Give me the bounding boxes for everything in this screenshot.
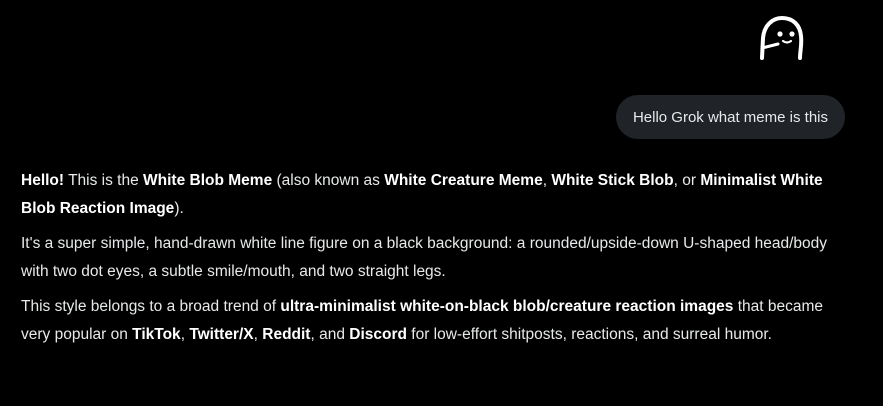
platform-text: Discord [349,326,407,343]
white-blob-creature-meme-icon [760,16,804,60]
response-text: , and [310,326,350,343]
response-text: Hello! [21,172,65,189]
assistant-response: Hello! This is the White Blob Meme (also… [21,167,841,356]
meme-alias-text: White Creature Meme [384,172,543,189]
platform-text: Twitter/X [189,326,254,343]
platform-text: Reddit [262,326,311,343]
user-uploaded-image[interactable] [650,0,846,80]
chat-thread: Hello Grok what meme is this Hello! This… [0,0,883,406]
meme-name-text: White Blob Meme [143,172,273,189]
response-text: , [253,326,263,343]
platform-text: TikTok [132,326,181,343]
response-text: (also known as [272,172,385,189]
response-text: This style belongs to a broad trend of [21,298,281,315]
user-message-text: Hello Grok what meme is this [632,108,828,126]
response-text: for low-effort shitposts, reactions, and… [406,326,772,343]
response-text: , or [673,172,701,189]
trend-text: ultra-minimalist white-on-black blob/cre… [280,298,734,315]
response-text: ). [174,200,184,217]
user-message-bubble: Hello Grok what meme is this [615,95,845,139]
response-paragraph-1: Hello! This is the White Blob Meme (also… [21,167,841,223]
response-paragraph-2: It's a super simple, hand-drawn white li… [21,235,828,280]
response-text: This is the [64,172,144,189]
meme-alias-text: White Stick Blob [551,172,674,189]
response-paragraph-3: This style belongs to a broad trend of u… [21,293,841,349]
